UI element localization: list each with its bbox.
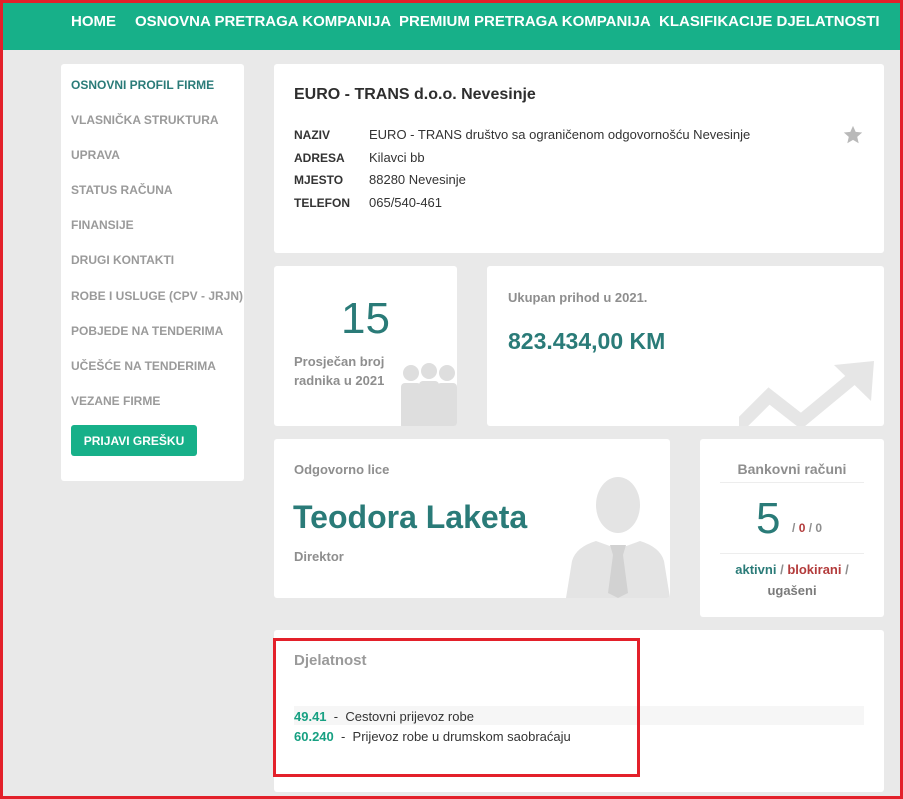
bank-legend: aktivni / blokirani / ugašeni bbox=[700, 559, 884, 601]
revenue-value: 823.434,00 KM bbox=[508, 328, 666, 354]
employees-group-icon bbox=[401, 363, 457, 426]
nav-home[interactable]: HOME bbox=[71, 13, 116, 30]
company-title: EURO - TRANS d.o.o. Nevesinje bbox=[294, 86, 536, 103]
info-value: 88280 Nevesinje bbox=[369, 172, 466, 187]
sidebar-item-basic-profile[interactable]: OSNOVNI PROFIL FIRME bbox=[71, 78, 214, 92]
employee-count: 15 bbox=[341, 294, 390, 343]
sidebar: OSNOVNI PROFIL FIRME VLASNIČKA STRUKTURA… bbox=[61, 64, 244, 481]
company-info-card: EURO - TRANS d.o.o. Nevesinje NAZIV EURO … bbox=[274, 64, 884, 253]
favorite-star-icon[interactable] bbox=[842, 124, 864, 146]
sidebar-item-related-companies[interactable]: VEZANE FIRME bbox=[71, 394, 160, 408]
responsible-person-name: Teodora Laketa bbox=[293, 499, 528, 535]
divider bbox=[720, 482, 864, 483]
info-value: Kilavci bb bbox=[369, 150, 425, 165]
sidebar-item-goods-services[interactable]: ROBE I USLUGE (CPV - JRJN) bbox=[71, 289, 243, 303]
sidebar-item-account-status[interactable]: STATUS RAČUNA bbox=[71, 183, 173, 197]
sidebar-item-finances[interactable]: FINANSIJE bbox=[71, 218, 134, 232]
sidebar-item-other-contacts[interactable]: DRUGI KONTAKTI bbox=[71, 253, 174, 267]
sidebar-item-management[interactable]: UPRAVA bbox=[71, 148, 120, 162]
info-key: MJESTO bbox=[294, 173, 344, 187]
top-navbar: HOME OSNOVNA PRETRAGA KOMPANIJA PREMIUM … bbox=[0, 0, 903, 50]
info-key: TELEFON bbox=[294, 196, 350, 210]
info-row-city: MJESTO 88280 Nevesinje bbox=[294, 172, 466, 187]
employee-label: Prosječan broj radnika u 2021 bbox=[294, 352, 384, 390]
bank-sub-counts: / 0 / 0 bbox=[792, 521, 822, 535]
employee-label-line1: Prosječan broj bbox=[294, 354, 385, 369]
sidebar-item-ownership[interactable]: VLASNIČKA STRUKTURA bbox=[71, 113, 219, 127]
sidebar-item-tender-participation[interactable]: UČEŠĆE NA TENDERIMA bbox=[71, 359, 216, 373]
responsible-title: Odgovorno lice bbox=[294, 462, 390, 477]
trend-up-arrow-icon bbox=[739, 361, 874, 426]
info-row-phone: TELEFON 065/540-461 bbox=[294, 195, 442, 210]
info-key: ADRESA bbox=[294, 151, 345, 165]
bank-closed-count: 0 bbox=[815, 521, 823, 535]
bank-accounts-card: Bankovni računi 5 / 0 / 0 aktivni / blok… bbox=[700, 439, 884, 617]
nav-basic-search[interactable]: OSNOVNA PRETRAGA KOMPANIJA bbox=[135, 13, 391, 30]
nav-premium-search[interactable]: PREMIUM PRETRAGA KOMPANIJA bbox=[399, 13, 651, 30]
legend-closed: ugašeni bbox=[767, 583, 817, 598]
employee-label-line2: radnika u 2021 bbox=[294, 373, 385, 388]
nav-activity-classifications[interactable]: KLASIFIKACIJE DJELATNOSTI bbox=[659, 13, 880, 30]
report-error-button[interactable]: PRIJAVI GREŠKU bbox=[71, 425, 197, 456]
bank-blocked-count: 0 bbox=[798, 521, 806, 535]
page: HOME OSNOVNA PRETRAGA KOMPANIJA PREMIUM … bbox=[0, 0, 903, 799]
bank-sep: / bbox=[792, 521, 796, 535]
employees-card: 15 Prosječan broj radnika u 2021 bbox=[274, 266, 457, 426]
divider bbox=[720, 553, 864, 554]
highlight-box bbox=[273, 638, 640, 777]
info-value: 065/540-461 bbox=[369, 195, 443, 210]
legend-blocked: blokirani bbox=[787, 562, 842, 577]
responsible-role: Direktor bbox=[294, 549, 344, 564]
bank-active-count: 5 bbox=[756, 494, 781, 543]
info-key: NAZIV bbox=[294, 128, 330, 142]
person-silhouette-icon bbox=[566, 477, 670, 598]
sidebar-item-tender-wins[interactable]: POBJEDE NA TENDERIMA bbox=[71, 324, 223, 338]
info-row-address: ADRESA Kilavci bb bbox=[294, 150, 425, 165]
bank-accounts-title: Bankovni računi bbox=[737, 461, 847, 477]
info-row-name: NAZIV EURO - TRANS društvo sa ograničenom… bbox=[294, 127, 750, 142]
legend-sep: / bbox=[780, 562, 784, 577]
info-value: EURO - TRANS društvo sa ograničenom odgo… bbox=[369, 127, 751, 142]
legend-active: aktivni bbox=[735, 562, 777, 577]
revenue-title: Ukupan prihod u 2021. bbox=[508, 290, 648, 305]
legend-sep: / bbox=[845, 562, 849, 577]
bank-sep: / bbox=[808, 521, 813, 535]
responsible-person-card: Odgovorno lice Teodora Laketa Direktor bbox=[274, 439, 670, 598]
revenue-card: Ukupan prihod u 2021. 823.434,00 KM bbox=[487, 266, 884, 426]
